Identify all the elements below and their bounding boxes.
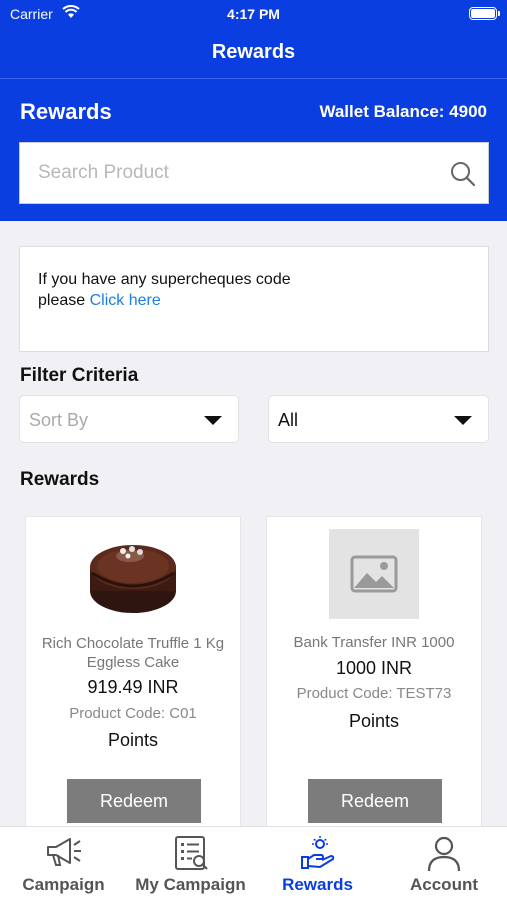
tab-bar: Campaign My Campaign Rewards Account	[0, 826, 507, 900]
tab-account[interactable]: Account	[381, 827, 507, 900]
tab-campaign[interactable]: Campaign	[0, 827, 127, 900]
tab-label: My Campaign	[135, 875, 246, 894]
category-label: All	[278, 410, 299, 430]
header-title: Rewards	[20, 99, 112, 124]
rewards-hand-icon	[300, 836, 334, 869]
chevron-down-icon	[454, 416, 472, 425]
search-input[interactable]	[20, 143, 440, 203]
document-search-icon	[174, 836, 208, 870]
wallet-balance: Wallet Balance: 4900	[319, 102, 487, 121]
search-box	[19, 142, 489, 204]
product-name: Bank Transfer INR 1000	[293, 634, 455, 651]
product-price: 1000 INR	[335, 658, 413, 678]
product-points: Points	[107, 730, 159, 750]
code-box-text-line2: please Click here	[38, 290, 488, 311]
user-icon	[427, 836, 461, 871]
category-dropdown[interactable]: All	[268, 395, 489, 443]
cake-image	[90, 545, 176, 613]
click-here-link[interactable]: Click here	[90, 292, 161, 309]
tab-rewards[interactable]: Rewards	[254, 827, 381, 900]
product-price: 919.49 INR	[87, 677, 179, 697]
supercheque-code-box: If you have any supercheques code please…	[19, 246, 489, 352]
megaphone-icon	[46, 838, 81, 866]
nav-title: Rewards	[211, 41, 296, 63]
product-code: Product Code: TEST73	[296, 685, 452, 702]
navigation-bar: Rewards	[0, 28, 507, 78]
status-time: 4:17 PM	[227, 6, 280, 22]
sort-by-dropdown[interactable]: Sort By	[19, 395, 239, 443]
product-name: Rich Chocolate Truffle 1 Kg Eggless Cake	[41, 635, 225, 671]
tab-label: Rewards	[282, 875, 353, 894]
redeem-button[interactable]: Redeem	[308, 779, 442, 823]
product-card[interactable]: Bank Transfer INR 1000 1000 INR Product …	[266, 516, 482, 836]
product-points: Points	[348, 711, 400, 731]
image-placeholder-icon	[329, 529, 419, 619]
filter-criteria-title: Filter Criteria	[20, 365, 139, 386]
code-box-prefix: please	[38, 292, 90, 309]
search-icon[interactable]	[450, 161, 476, 187]
redeem-button[interactable]: Redeem	[67, 779, 201, 823]
rewards-section-title: Rewards	[20, 469, 100, 490]
status-bar: Carrier 4:17 PM	[0, 0, 507, 28]
tab-label: Campaign	[22, 875, 105, 894]
code-box-text-line1: If you have any supercheques code	[38, 271, 291, 288]
product-code: Product Code: C01	[69, 705, 197, 722]
sort-by-label: Sort By	[29, 410, 89, 430]
battery-icon	[469, 7, 500, 20]
product-card[interactable]: Rich Chocolate Truffle 1 Kg Eggless Cake…	[25, 516, 241, 836]
tab-label: Account	[410, 875, 478, 894]
chevron-down-icon	[204, 416, 222, 425]
rewards-header: Rewards Wallet Balance: 4900	[0, 78, 507, 221]
tab-my-campaign[interactable]: My Campaign	[127, 827, 254, 900]
